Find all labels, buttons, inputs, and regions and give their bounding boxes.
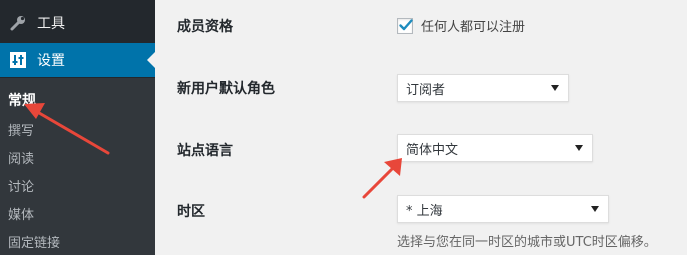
timezone-select[interactable]: * 上海	[397, 195, 609, 223]
submenu-item-discussion[interactable]: 讨论	[8, 176, 34, 195]
menu-item-tools[interactable]: 工具	[0, 6, 155, 40]
settings-form: 成员资格 任何人都可以注册 新用户默认角色 订阅者 站点语言 简体中文 时区 *…	[155, 0, 687, 255]
site-language-label: 站点语言	[177, 143, 233, 159]
membership-checkbox[interactable]	[397, 18, 413, 34]
timezone-value: * 上海	[406, 203, 443, 219]
submenu-item-writing[interactable]: 撰写	[8, 120, 34, 139]
menu-item-settings[interactable]: 设置	[0, 43, 155, 77]
menu-item-label: 工具	[37, 16, 65, 32]
settings-submenu: 常规 撰写 阅读 讨论 媒体 固定链接	[0, 78, 155, 255]
submenu-item-general[interactable]: 常规	[8, 90, 36, 110]
submenu-item-media[interactable]: 媒体	[8, 204, 34, 223]
timezone-label: 时区	[177, 204, 205, 220]
membership-checkbox-label[interactable]: 任何人都可以注册	[421, 16, 525, 35]
default-role-label: 新用户默认角色	[177, 81, 275, 97]
site-language-select[interactable]: 简体中文	[397, 134, 593, 162]
checkmark-icon	[399, 19, 413, 31]
submenu-item-permalinks[interactable]: 固定链接	[8, 232, 60, 251]
wrench-icon	[8, 13, 28, 33]
default-role-value: 订阅者	[406, 82, 446, 98]
settings-sliders-icon	[8, 50, 28, 70]
submenu-item-reading[interactable]: 阅读	[8, 148, 34, 167]
timezone-description: 选择与您在同一时区的城市或UTC时区偏移。	[397, 235, 657, 250]
chevron-down-icon	[591, 206, 599, 212]
chevron-down-icon	[575, 145, 583, 151]
site-language-value: 简体中文	[406, 142, 459, 158]
chevron-down-icon	[551, 85, 559, 91]
membership-label: 成员资格	[177, 19, 233, 35]
admin-sidebar: 工具 设置 常规 撰写 阅读 讨论 媒体 固定链接	[0, 0, 155, 255]
default-role-select[interactable]: 订阅者	[397, 74, 569, 102]
menu-item-label: 设置	[37, 53, 65, 69]
